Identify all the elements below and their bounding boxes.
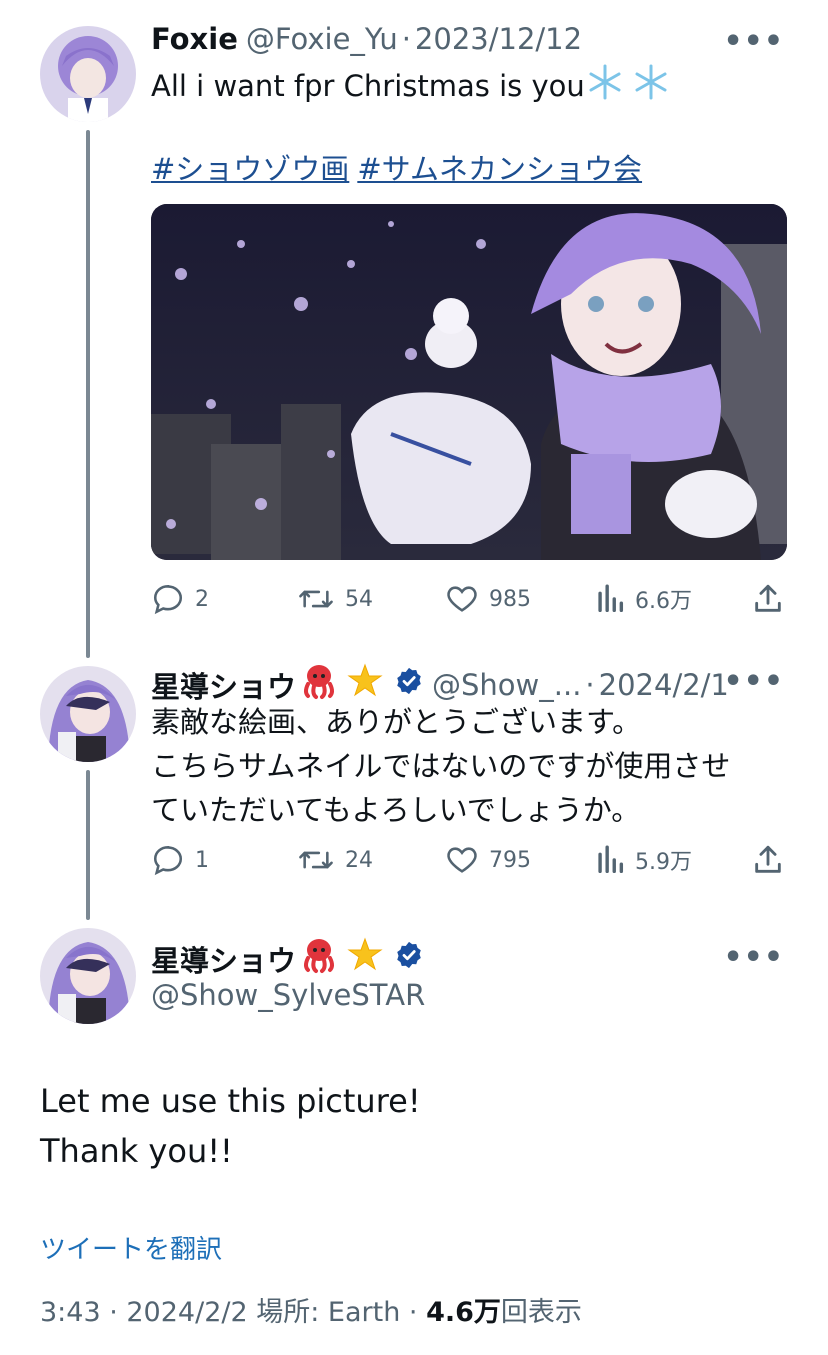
glowing-star-icon bbox=[346, 936, 384, 981]
share-icon bbox=[755, 584, 781, 612]
avatar-show-main[interactable] bbox=[40, 928, 136, 1024]
author-handle[interactable]: @Show_... bbox=[432, 668, 581, 702]
heart-icon bbox=[447, 847, 477, 873]
octopus-icon bbox=[300, 936, 338, 981]
separator-dot: · bbox=[401, 22, 411, 56]
share-button[interactable] bbox=[751, 582, 795, 616]
hashtag-link[interactable]: #サムネカンショウ会 bbox=[357, 152, 642, 186]
retweet-count: 54 bbox=[345, 586, 373, 612]
tweet1-text: All i want fpr Christmas is you bbox=[151, 62, 671, 114]
views-icon bbox=[598, 845, 624, 874]
avatar-foxie[interactable] bbox=[40, 26, 136, 122]
views-count: 6.6万 bbox=[635, 589, 692, 614]
tweet-text-line: ていただいてもよろしいでしょうか。 bbox=[151, 793, 641, 827]
retweet-button[interactable]: 54 bbox=[297, 582, 373, 616]
author-name[interactable]: 星導ショウ bbox=[151, 938, 296, 980]
separator-dot: · bbox=[585, 667, 595, 702]
tweet-text-line: こちらサムネイルではないのですが使用させ bbox=[151, 749, 731, 783]
author-handle[interactable]: @Foxie_Yu bbox=[246, 22, 398, 56]
retweet-count: 24 bbox=[345, 847, 373, 873]
views-button[interactable]: 6.6万 bbox=[595, 582, 692, 616]
heart-icon bbox=[447, 586, 477, 612]
snowflake-icon bbox=[585, 62, 625, 114]
like-count: 795 bbox=[489, 847, 531, 873]
verified-badge-icon[interactable] bbox=[394, 940, 424, 977]
tweet-text-line: Let me use this picture! bbox=[40, 1082, 421, 1120]
more-options-icon[interactable]: ••• bbox=[723, 664, 784, 699]
main-tweet-text: Let me use this picture! Thank you!! bbox=[40, 1076, 421, 1176]
tweet-date[interactable]: 2023/12/12 bbox=[415, 22, 582, 56]
share-button[interactable] bbox=[751, 843, 795, 877]
retweet-icon bbox=[299, 851, 333, 869]
tweet1-header: Foxie @Foxie_Yu · 2023/12/12 bbox=[151, 22, 582, 56]
views-button[interactable]: 5.9万 bbox=[595, 843, 692, 877]
reply-count: 2 bbox=[195, 586, 209, 612]
more-options-icon[interactable]: ••• bbox=[723, 940, 784, 975]
retweet-button[interactable]: 24 bbox=[297, 843, 373, 877]
more-options-icon[interactable]: ••• bbox=[723, 24, 784, 59]
retweet-icon bbox=[299, 590, 333, 608]
tweet2-actions: 1 24 795 5.9万 bbox=[151, 841, 787, 881]
tweet-text: All i want fpr Christmas is you bbox=[151, 69, 585, 103]
reply-icon bbox=[153, 845, 183, 876]
verified-badge-icon[interactable] bbox=[394, 666, 424, 703]
views-icon bbox=[598, 584, 624, 613]
view-count-label: 回表示 bbox=[500, 1297, 582, 1328]
thread-line bbox=[86, 770, 90, 920]
tweet-timestamp-location[interactable]: 3:43 · 2024/2/2 場所: Earth · bbox=[40, 1297, 426, 1328]
hashtag-link[interactable]: #ショウゾウ画 bbox=[151, 152, 349, 186]
thread-line bbox=[86, 130, 90, 658]
tweet2-text: 素敵な絵画、ありがとうございます。 こちらサムネイルではないのですが使用させ て… bbox=[151, 700, 730, 832]
author-name[interactable]: Foxie bbox=[151, 22, 238, 56]
translate-tweet-link[interactable]: ツイートを翻訳 bbox=[40, 1229, 222, 1266]
snowflake-icon bbox=[631, 62, 671, 114]
tweet-text-line: 素敵な絵画、ありがとうございます。 bbox=[151, 705, 642, 739]
tweet-text-line: Thank you!! bbox=[40, 1132, 233, 1170]
tweet1-actions: 2 54 985 6.6万 bbox=[151, 580, 787, 620]
tweet-meta: 3:43 · 2024/2/2 場所: Earth · 4.6万回表示 bbox=[40, 1290, 582, 1329]
like-button[interactable]: 985 bbox=[445, 582, 531, 616]
main-handle-row: @Show_SylveSTAR bbox=[151, 978, 425, 1012]
tweet-date[interactable]: 2024/2/1 bbox=[599, 668, 729, 702]
view-count: 4.6万 bbox=[426, 1297, 501, 1328]
tweet-image[interactable] bbox=[151, 204, 787, 560]
like-count: 985 bbox=[489, 586, 531, 612]
author-handle[interactable]: @Show_SylveSTAR bbox=[151, 978, 425, 1012]
share-icon bbox=[755, 845, 781, 873]
reply-count: 1 bbox=[195, 847, 209, 873]
main-name-row: 星導ショウ bbox=[151, 936, 424, 981]
reply-button[interactable]: 1 bbox=[151, 843, 209, 877]
reply-button[interactable]: 2 bbox=[151, 582, 209, 616]
reply-icon bbox=[153, 584, 183, 615]
avatar-show[interactable] bbox=[40, 666, 136, 762]
hashtag-list: #ショウゾウ画 #サムネカンショウ会 bbox=[151, 146, 650, 188]
like-button[interactable]: 795 bbox=[445, 843, 531, 877]
views-count: 5.9万 bbox=[635, 850, 692, 875]
